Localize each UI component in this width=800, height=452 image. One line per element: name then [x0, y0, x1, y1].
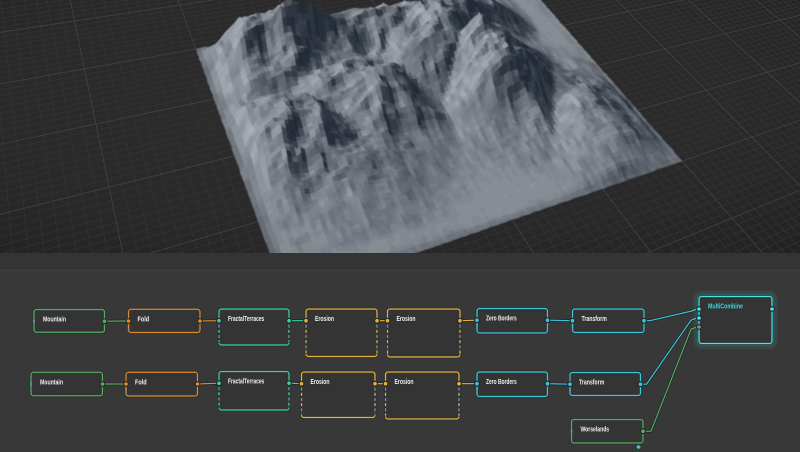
- svg-text:Erosion: Erosion: [315, 316, 334, 323]
- svg-text:Zero Borders: Zero Borders: [486, 379, 517, 386]
- svg-text:Transform: Transform: [582, 316, 607, 323]
- svg-text:FractalTerraces: FractalTerraces: [228, 316, 264, 323]
- svg-text:Fold: Fold: [135, 380, 147, 387]
- svg-text:Erosion: Erosion: [395, 379, 414, 386]
- svg-text:MultiCombine: MultiCombine: [708, 304, 743, 311]
- svg-text:Worselands: Worselands: [581, 427, 610, 434]
- svg-text:Transform: Transform: [579, 380, 604, 387]
- svg-text:FractalTerraces: FractalTerraces: [228, 379, 264, 386]
- svg-text:Mountain: Mountain: [40, 380, 63, 387]
- svg-text:Mountain: Mountain: [43, 317, 66, 324]
- svg-text:Erosion: Erosion: [397, 316, 416, 323]
- svg-text:Fold: Fold: [138, 317, 150, 324]
- svg-text:Zero Borders: Zero Borders: [486, 316, 517, 323]
- svg-text:Erosion: Erosion: [311, 379, 330, 386]
